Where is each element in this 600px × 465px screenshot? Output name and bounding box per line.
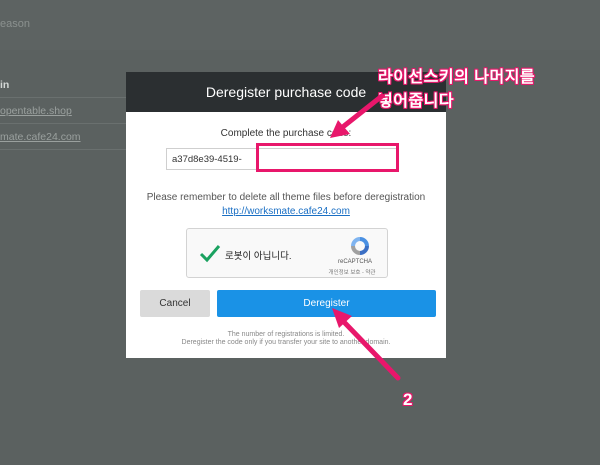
annotation-text: 넣어줍니다 xyxy=(378,93,455,110)
background-header-text: eason xyxy=(0,18,30,30)
deregister-modal: Deregister purchase code Complete the pu… xyxy=(126,72,446,358)
complete-code-label: Complete the purchase code: xyxy=(220,128,352,139)
checkmark-icon[interactable] xyxy=(199,242,221,264)
purchase-code-prefix: a37d8e39-4519- xyxy=(166,148,258,170)
annotation-text: 라이선스키의 나머지를 xyxy=(378,69,536,86)
transfer-note: Deregister the code only if you transfer… xyxy=(181,339,391,346)
registration-limit-note: The number of registrations is limited. xyxy=(227,331,345,338)
recaptcha-brand: reCAPTCHA xyxy=(337,259,372,265)
background-header: eason xyxy=(0,0,600,50)
site-link[interactable]: http://worksmate.cafe24.com xyxy=(126,206,446,217)
highlight-box xyxy=(256,143,399,172)
cancel-button[interactable]: Cancel xyxy=(140,290,210,317)
recaptcha-label: 로봇이 아닙니다. xyxy=(225,251,292,262)
annotation-step-number: 2 xyxy=(403,390,413,409)
recaptcha-logo-icon xyxy=(351,237,369,255)
deregister-button[interactable]: Deregister xyxy=(217,290,436,317)
recaptcha-widget[interactable]: 로봇이 아닙니다. reCAPTCHA 개인정보 보호 - 약관 xyxy=(186,228,388,278)
recaptcha-links[interactable]: 개인정보 보호 - 약관 xyxy=(315,268,389,276)
remember-notice: Please remember to delete all theme file… xyxy=(146,192,426,203)
